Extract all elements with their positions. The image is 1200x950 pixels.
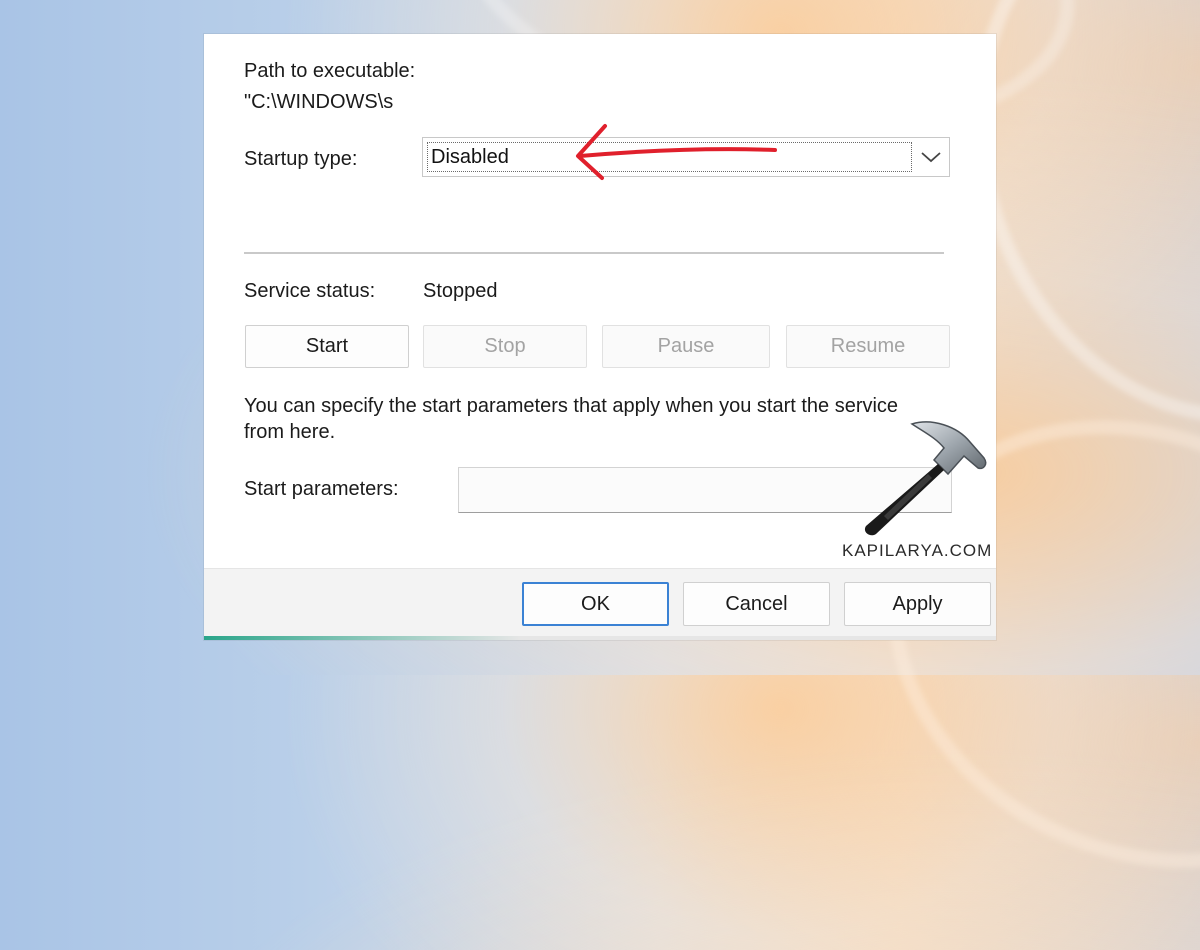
startup-type-label: Startup type: <box>244 148 358 170</box>
dialog-footer: OK Cancel Apply <box>204 569 996 640</box>
start-parameters-label: Start parameters: <box>244 478 399 500</box>
window-bottom-accent <box>204 636 996 640</box>
ok-button[interactable]: OK <box>522 582 669 626</box>
chevron-down-icon[interactable] <box>913 138 949 176</box>
apply-button[interactable]: Apply <box>844 582 991 626</box>
path-redaction <box>396 89 628 119</box>
help-text-line2: from here. <box>244 421 336 443</box>
red-arrow-icon <box>576 124 777 180</box>
cancel-button[interactable]: Cancel <box>683 582 830 626</box>
section-divider <box>244 252 944 254</box>
hammer-icon <box>864 421 987 536</box>
brand-watermark: KAPILARYA.COM <box>842 541 993 560</box>
start-button[interactable]: Start <box>245 325 409 368</box>
service-status-value: Stopped <box>423 280 498 302</box>
stop-button[interactable]: Stop <box>423 325 587 368</box>
help-text-line1: You can specify the start parameters tha… <box>244 395 899 417</box>
service-status-label: Service status: <box>244 280 376 302</box>
pause-button[interactable]: Pause <box>602 325 770 368</box>
resume-button[interactable]: Resume <box>786 325 950 368</box>
path-value: "C:\WINDOWS\s <box>244 91 394 113</box>
path-label: Path to executable: <box>244 60 416 82</box>
